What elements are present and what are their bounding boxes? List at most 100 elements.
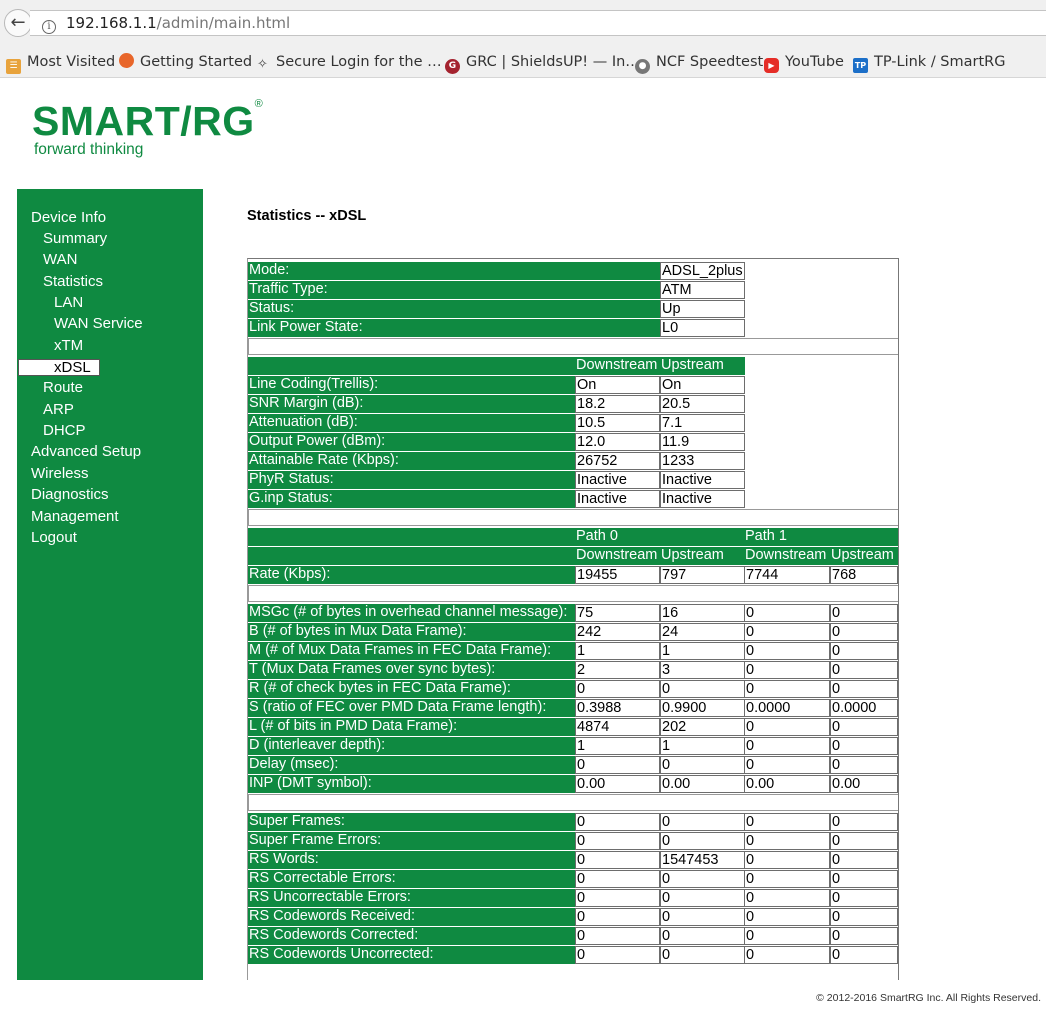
stat-value: 0 (744, 623, 830, 641)
sidebar-item-device-info[interactable]: Device Info (31, 209, 106, 226)
bookmark-most-visited[interactable]: ☰ Most Visited (6, 46, 115, 78)
header-blank (248, 528, 575, 546)
bookmark-grc-shieldsup[interactable]: G GRC | ShieldsUP! — In… (445, 46, 640, 78)
back-arrow-icon[interactable]: ← (4, 9, 32, 37)
stat-value: 19455 (575, 566, 660, 584)
sidebar-nav: Device Info Summary WAN Statistics LAN WAN Se… (17, 189, 203, 980)
stat-value: 0.00 (830, 775, 898, 793)
stat-value: Inactive (660, 471, 745, 489)
direction-header: Downstream (744, 547, 830, 565)
table-spacer (248, 509, 898, 526)
stat-value: 20.5 (660, 395, 745, 413)
stat-value: 16 (660, 604, 745, 622)
stat-label: RS Codewords Uncorrected: (248, 946, 575, 964)
globe-icon: ● (635, 59, 650, 74)
stat-label: B (# of bytes in Mux Data Frame): (248, 623, 575, 641)
bookmark-label: GRC | ShieldsUP! — In… (466, 54, 640, 70)
stat-label: Attainable Rate (Kbps): (248, 452, 575, 470)
stat-value: 0 (575, 908, 660, 926)
stat-label: PhyR Status: (248, 471, 575, 489)
stat-value: 7.1 (660, 414, 745, 432)
stat-value: 0 (744, 889, 830, 907)
bookmark-tplink-smartrg[interactable]: TP TP-Link / SmartRG (853, 46, 1005, 78)
stat-label: R (# of check bytes in FEC Data Frame): (248, 680, 575, 698)
sidebar-item-wan[interactable]: WAN (43, 251, 77, 268)
stat-value: 24 (660, 623, 745, 641)
bookmark-label: Secure Login for the … (276, 54, 442, 70)
address-bar[interactable]: i 192.168.1.1/admin/main.html (30, 10, 1046, 36)
sidebar-item-arp[interactable]: ARP (43, 401, 74, 418)
browser-toolbar: ← i 192.168.1.1/admin/main.html (0, 0, 1046, 46)
bookmark-getting-started[interactable]: Getting Started (119, 46, 252, 78)
stat-value: 1 (660, 737, 745, 755)
stat-value: 26752 (575, 452, 660, 470)
stat-label: MSGc (# of bytes in overhead channel mes… (248, 604, 575, 622)
sidebar-item-route[interactable]: Route (43, 379, 83, 396)
stat-value: 0 (744, 737, 830, 755)
sidebar-item-lan[interactable]: LAN (54, 294, 83, 311)
stat-value: 0 (744, 756, 830, 774)
bookmark-secure-login[interactable]: ✧ Secure Login for the … (255, 46, 442, 78)
stat-label: T (Mux Data Frames over sync bytes): (248, 661, 575, 679)
bookmarks-bar: ☰ Most Visited Getting Started ✧ Secure Lo… (0, 46, 1046, 78)
sidebar-item-logout[interactable]: Logout (31, 529, 77, 546)
sidebar-item-summary[interactable]: Summary (43, 230, 107, 247)
stat-value: ATM (660, 281, 745, 299)
stat-label: Super Frame Errors: (248, 832, 575, 850)
sidebar-item-xtm[interactable]: xTM (54, 337, 83, 354)
stat-value: On (660, 376, 745, 394)
stat-value: 0.0000 (830, 699, 898, 717)
stat-value: 4874 (575, 718, 660, 736)
header-blank (830, 528, 898, 546)
stat-value: 7744 (744, 566, 830, 584)
stat-label: INP (DMT symbol): (248, 775, 575, 793)
stat-value: 0 (744, 661, 830, 679)
bookmark-ncf-speedtest[interactable]: ● NCF Speedtest (635, 46, 763, 78)
bookmark-youtube[interactable]: ▶ YouTube (764, 46, 844, 78)
stat-value: 0 (575, 851, 660, 869)
stat-label: RS Uncorrectable Errors: (248, 889, 575, 907)
stat-value: 0.00 (575, 775, 660, 793)
firefox-icon (119, 53, 134, 68)
direction-header: Upstream (830, 547, 898, 565)
url-path: /admin/main.html (156, 14, 291, 32)
stat-value: 0 (744, 718, 830, 736)
stat-value: 1 (575, 642, 660, 660)
stat-value: 0 (830, 832, 898, 850)
stat-value: 3 (660, 661, 745, 679)
path-header: Path 0 (575, 528, 660, 546)
sidebar-item-dhcp[interactable]: DHCP (43, 422, 86, 439)
stat-value: 0 (575, 870, 660, 888)
sidebar-item-wireless[interactable]: Wireless (31, 465, 89, 482)
puzzle-icon: ✧ (257, 57, 268, 72)
stat-label: L (# of bits in PMD Data Frame): (248, 718, 575, 736)
sidebar-item-wan-service[interactable]: WAN Service (54, 315, 143, 332)
direction-header: Downstream (575, 547, 660, 565)
stat-value: 0 (575, 946, 660, 964)
info-icon[interactable]: i (42, 20, 56, 34)
sidebar-item-diagnostics[interactable]: Diagnostics (31, 486, 109, 503)
stat-value: Inactive (575, 490, 660, 508)
stat-value: 0 (744, 851, 830, 869)
stat-value: 0 (744, 927, 830, 945)
sidebar-item-advanced-setup[interactable]: Advanced Setup (31, 443, 141, 460)
smartrg-logo: SMART/RG® (32, 98, 263, 145)
path-header: Path 1 (744, 528, 830, 546)
stat-value: 0.9900 (660, 699, 745, 717)
stat-value: On (575, 376, 660, 394)
stat-label: Rate (Kbps): (248, 566, 575, 584)
sidebar-item-management[interactable]: Management (31, 508, 119, 525)
sidebar-item-xdsl[interactable]: xDSL (18, 359, 100, 376)
page-title: Statistics -- xDSL (247, 208, 367, 224)
stat-value: 0 (830, 870, 898, 888)
stat-label: Super Frames: (248, 813, 575, 831)
stat-value: 1 (575, 737, 660, 755)
stat-value: 0 (575, 813, 660, 831)
stat-value: 0.00 (744, 775, 830, 793)
header-blank (660, 528, 744, 546)
stat-value: 0 (744, 642, 830, 660)
stat-label: RS Correctable Errors: (248, 870, 575, 888)
stat-label: Output Power (dBm): (248, 433, 575, 451)
stat-value: 0 (830, 718, 898, 736)
sidebar-item-statistics[interactable]: Statistics (43, 273, 103, 290)
